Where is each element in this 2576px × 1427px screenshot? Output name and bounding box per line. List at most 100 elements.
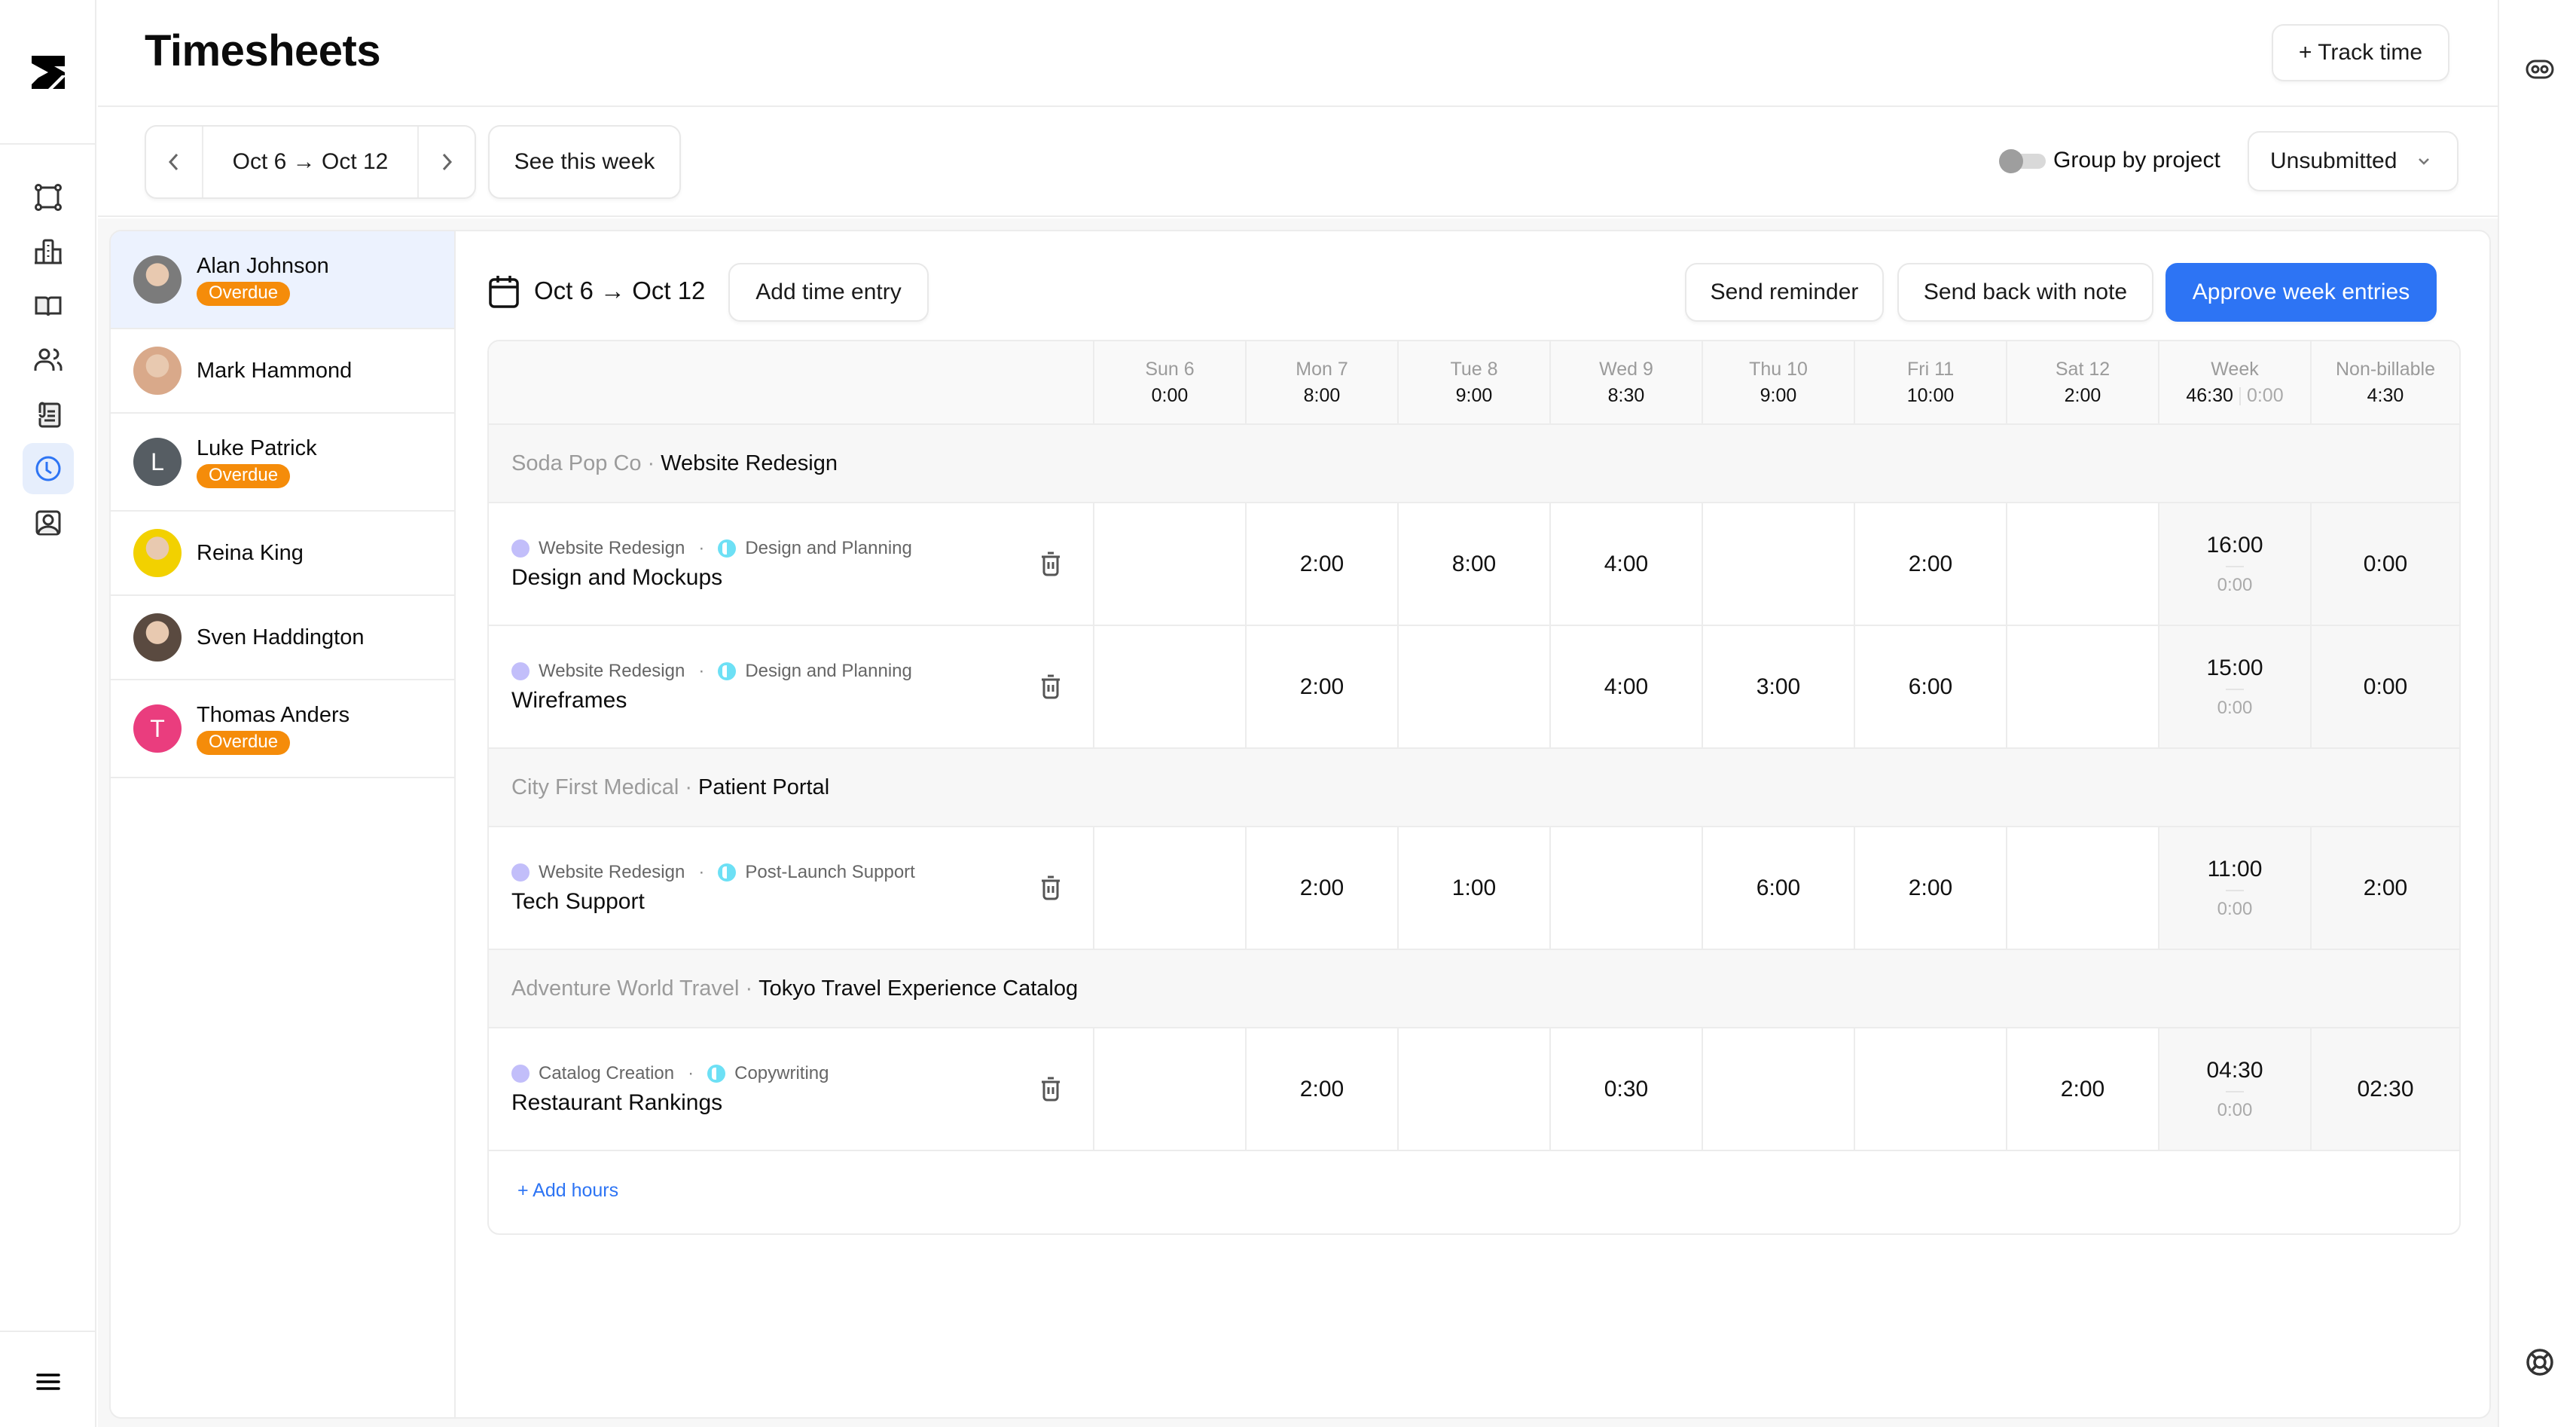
- menu-button[interactable]: [23, 1356, 74, 1407]
- task-tags: Website Redesign · Design and Planning: [511, 661, 912, 682]
- next-week-button[interactable]: [419, 127, 475, 197]
- week-navigator: Oct 6 → Oct 12: [145, 125, 476, 199]
- day-column-header: Sun 6 0:00: [1093, 341, 1245, 423]
- see-this-week-button[interactable]: See this week: [488, 125, 681, 199]
- nav-item-clients[interactable]: [23, 226, 74, 277]
- employee-name: Thomas Anders: [197, 703, 350, 727]
- delete-entry-button[interactable]: [1039, 1076, 1063, 1107]
- nav-item-projects[interactable]: [23, 172, 74, 223]
- day-time-cell[interactable]: [2006, 503, 2158, 625]
- week-totals: 46:30 0:00: [2186, 385, 2283, 407]
- nav-item-library[interactable]: [23, 280, 74, 332]
- nonbillable-cell: 2:00: [2310, 827, 2459, 949]
- day-time-cell[interactable]: [1702, 1028, 1854, 1150]
- project-tag: Website Redesign: [539, 861, 685, 882]
- task-tags: Website Redesign · Post-Launch Support: [511, 862, 915, 883]
- book-icon: [35, 296, 62, 316]
- robot-icon: [2526, 60, 2554, 79]
- phase-icon: [718, 662, 737, 680]
- nav-item-invoices[interactable]: [23, 389, 74, 440]
- separator-dot: ·: [647, 451, 655, 475]
- day-total: 0:00: [1151, 384, 1189, 406]
- assistant-button[interactable]: [2523, 53, 2556, 86]
- chevron-down-icon: [2419, 158, 2429, 165]
- employee-item[interactable]: T Thomas Anders Overdue: [111, 680, 454, 778]
- day-time-cell[interactable]: 2:00: [1854, 503, 2006, 625]
- phase-icon: [718, 863, 737, 882]
- add-hours-link[interactable]: + Add hours: [517, 1180, 618, 1202]
- time-value: 4:00: [1604, 551, 1649, 576]
- send-back-with-note-button[interactable]: Send back with note: [1897, 263, 2153, 322]
- status-filter-select[interactable]: Unsubmitted: [2248, 131, 2458, 191]
- day-time-cell[interactable]: [1549, 827, 1702, 949]
- delete-entry-button[interactable]: [1039, 551, 1063, 582]
- day-time-cell[interactable]: 6:00: [1854, 626, 2006, 747]
- employee-item[interactable]: Mark Hammond: [111, 329, 454, 414]
- project-group-row: Adventure World Travel · Tokyo Travel Expe…: [489, 950, 2459, 1028]
- group-by-project-toggle[interactable]: [1999, 149, 2046, 173]
- week-total-divider: [2226, 688, 2244, 690]
- day-time-cell[interactable]: 2:00: [1245, 1028, 1397, 1150]
- day-time-cell[interactable]: 1:00: [1397, 827, 1549, 949]
- day-time-cell[interactable]: [2006, 827, 2158, 949]
- add-time-entry-button[interactable]: Add time entry: [728, 263, 929, 322]
- timesheet-table: Sun 6 0:00 Mon 7 8:00 Tue 8 9:00 Wed 9 8:30 Thu …: [487, 340, 2461, 1235]
- nav-item-contacts[interactable]: [23, 497, 74, 548]
- employee-item[interactable]: Sven Haddington: [111, 596, 454, 680]
- day-time-cell[interactable]: 2:00: [1854, 827, 2006, 949]
- panel-week-range: Oct 6 → Oct 12: [534, 277, 706, 304]
- day-time-cell[interactable]: 4:00: [1549, 503, 1702, 625]
- app-logo-icon[interactable]: [32, 56, 65, 89]
- help-button[interactable]: [2523, 1346, 2556, 1379]
- task-cell: Website Redesign · Design and Planning Wire…: [489, 626, 1093, 747]
- day-time-cell[interactable]: [1093, 1028, 1245, 1150]
- day-time-cell[interactable]: 0:30: [1549, 1028, 1702, 1150]
- nav-item-team[interactable]: [23, 335, 74, 386]
- overdue-badge: Overdue: [197, 731, 291, 755]
- day-time-cell[interactable]: [1093, 503, 1245, 625]
- previous-week-button[interactable]: [146, 127, 202, 197]
- day-time-cell[interactable]: 2:00: [1245, 827, 1397, 949]
- day-time-cell[interactable]: [1397, 626, 1549, 747]
- week-range-label[interactable]: Oct 6 → Oct 12: [202, 127, 419, 197]
- day-time-cell[interactable]: 2:00: [2006, 1028, 2158, 1150]
- week-total-divider: [2226, 565, 2244, 567]
- day-time-cell[interactable]: 8:00: [1397, 503, 1549, 625]
- delete-entry-button[interactable]: [1039, 875, 1063, 906]
- employee-item[interactable]: Alan Johnson Overdue: [111, 231, 454, 329]
- day-time-cell[interactable]: 3:00: [1702, 626, 1854, 747]
- day-time-cell[interactable]: [1397, 1028, 1549, 1150]
- approve-week-entries-button[interactable]: Approve week entries: [2165, 263, 2437, 322]
- clock-icon: [35, 456, 61, 481]
- day-label: Tue 8: [1450, 358, 1498, 380]
- day-time-cell[interactable]: [1702, 503, 1854, 625]
- timesheet-card: Alan Johnson Overdue Mark Hammond L Luke Pat…: [109, 230, 2491, 1419]
- day-time-cell[interactable]: 2:00: [1245, 626, 1397, 747]
- overdue-badge: Overdue: [197, 282, 291, 306]
- send-reminder-button[interactable]: Send reminder: [1685, 263, 1884, 322]
- avatar-initial: T: [150, 714, 165, 742]
- day-time-cell[interactable]: 6:00: [1702, 827, 1854, 949]
- employee-item[interactable]: Reina King: [111, 512, 454, 596]
- nav-item-timesheets[interactable]: [23, 443, 74, 494]
- week-total-cell: 04:30 0:00: [2158, 1028, 2310, 1150]
- employee-item[interactable]: L Luke Patrick Overdue: [111, 414, 454, 512]
- day-time-cell[interactable]: [1093, 626, 1245, 747]
- track-time-button[interactable]: + Track time: [2272, 24, 2449, 81]
- status-filter-value: Unsubmitted: [2270, 148, 2397, 173]
- day-time-cell[interactable]: 4:00: [1549, 626, 1702, 747]
- contact-icon: [35, 510, 61, 536]
- day-time-cell[interactable]: [2006, 626, 2158, 747]
- tag-separator: ·: [688, 1062, 694, 1083]
- time-entry-row: Website Redesign · Post-Launch Support Tech…: [489, 827, 2459, 950]
- delete-entry-button[interactable]: [1039, 674, 1063, 704]
- group-by-project-label: Group by project: [2053, 148, 2220, 173]
- time-value: 2:00: [1299, 551, 1344, 576]
- phase-tag: Post-Launch Support: [745, 861, 915, 882]
- day-time-cell[interactable]: [1093, 827, 1245, 949]
- day-time-cell[interactable]: [1854, 1028, 2006, 1150]
- task-cell: Website Redesign · Post-Launch Support Tech…: [489, 827, 1093, 949]
- day-time-cell[interactable]: 2:00: [1245, 503, 1397, 625]
- tag-separator: ·: [698, 660, 705, 681]
- task-name: Design and Mockups: [511, 564, 723, 590]
